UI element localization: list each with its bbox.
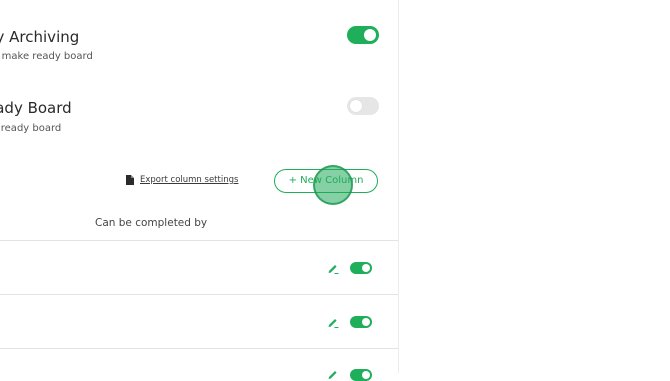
toggle-knob	[364, 29, 376, 41]
pencil-icon[interactable]	[327, 262, 339, 274]
right-empty-pane	[398, 0, 670, 373]
setting-description-archiving: he make ready board	[0, 51, 93, 62]
divider	[0, 348, 398, 349]
export-label: Export column settings	[140, 175, 239, 185]
divider	[0, 294, 398, 295]
archiving-toggle[interactable]	[347, 26, 379, 44]
cursor-highlight	[313, 165, 353, 205]
file-icon	[126, 175, 134, 185]
row-toggle[interactable]	[350, 316, 372, 328]
pencil-icon[interactable]	[327, 368, 339, 380]
row-toggle[interactable]	[350, 262, 372, 274]
toggle-knob	[362, 318, 370, 326]
column-header-can-be-completed-by: Can be completed by	[95, 217, 208, 229]
toggle-knob	[362, 264, 370, 272]
toggle-knob	[350, 100, 362, 112]
setting-description-ready-board: ke ready board	[0, 123, 62, 134]
export-column-settings-link[interactable]: Export column settings	[126, 175, 238, 185]
toggle-knob	[362, 371, 370, 379]
setting-title-archiving: dy Archiving	[0, 28, 80, 46]
ready-board-toggle[interactable]	[347, 97, 379, 115]
pencil-icon[interactable]	[327, 316, 339, 328]
setting-title-ready-board: eady Board	[0, 99, 72, 117]
divider	[0, 240, 398, 241]
settings-panel: dy Archiving he make ready board eady Bo…	[0, 0, 398, 381]
row-toggle[interactable]	[350, 369, 372, 381]
